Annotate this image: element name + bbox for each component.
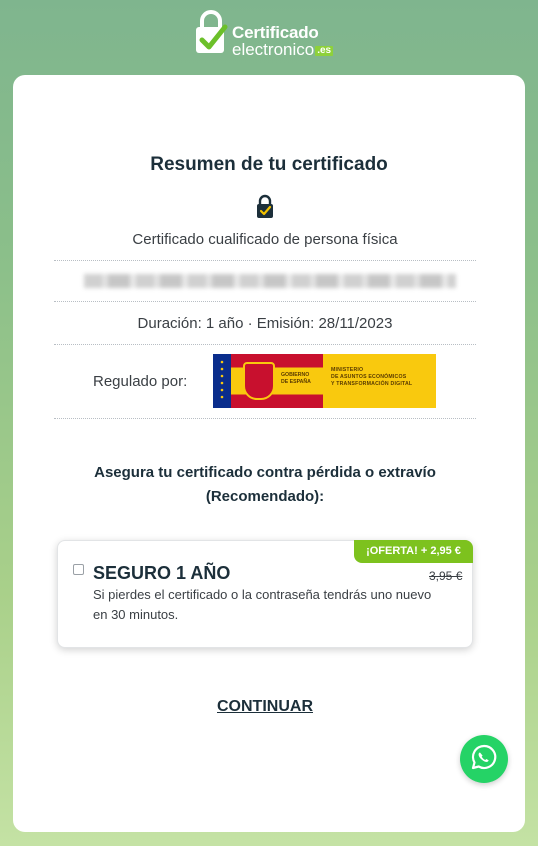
insurance-prompt: Asegura tu certificado contra pérdida o … [94, 464, 436, 505]
divider [54, 260, 476, 261]
whatsapp-icon [470, 743, 498, 776]
old-price: 3,95 € [429, 569, 463, 583]
continue-button[interactable]: CONTINUAR [0, 698, 530, 716]
brand-line1: Certificado [232, 23, 319, 42]
divider [54, 301, 476, 302]
brand-line2-text: electronico [232, 40, 315, 59]
coat-of-arms-icon [243, 362, 275, 400]
spain-flag-emblem: GOBIERNO DE ESPAÑA [213, 354, 323, 408]
government-logo: GOBIERNO DE ESPAÑA MINISTERIO DE ASUNTOS… [213, 354, 436, 408]
gobierno-text: GOBIERNO DE ESPAÑA [281, 372, 311, 386]
brand-tld: .es [315, 44, 334, 56]
certificate-duration: Duración: 1 año · Emisión: 28/11/2023 [137, 315, 393, 332]
insurance-description: Si pierdes el certificado o la contraseñ… [93, 587, 432, 622]
brand-wordmark: Certificado electronico .es [232, 10, 334, 59]
divider [54, 418, 476, 419]
lock-check-icon [194, 10, 228, 54]
certificate-type: Certificado cualificado de persona físic… [132, 231, 398, 248]
brand-header: Certificado electronico .es [0, 0, 538, 70]
ministry-text: MINISTERIO DE ASUNTOS ECONÓMICOS Y TRANS… [331, 367, 413, 388]
summary-card [13, 75, 525, 832]
eu-flag-icon [213, 354, 231, 408]
offer-badge: ¡OFERTA! + 2,95 € [354, 540, 473, 563]
brand-line2: electronico .es [232, 40, 334, 59]
page-title: Resumen de tu certificado [150, 154, 388, 175]
redacted-holder-name [84, 274, 456, 288]
insurance-checkbox[interactable] [73, 564, 84, 575]
insurance-title[interactable]: SEGURO 1 AÑO [93, 563, 230, 584]
brand-logo[interactable]: Certificado electronico .es [194, 10, 334, 59]
lock-check-icon [255, 194, 275, 220]
regulated-by-label: Regulado por: [93, 373, 188, 390]
divider [54, 344, 476, 345]
whatsapp-chat-button[interactable] [460, 735, 508, 783]
